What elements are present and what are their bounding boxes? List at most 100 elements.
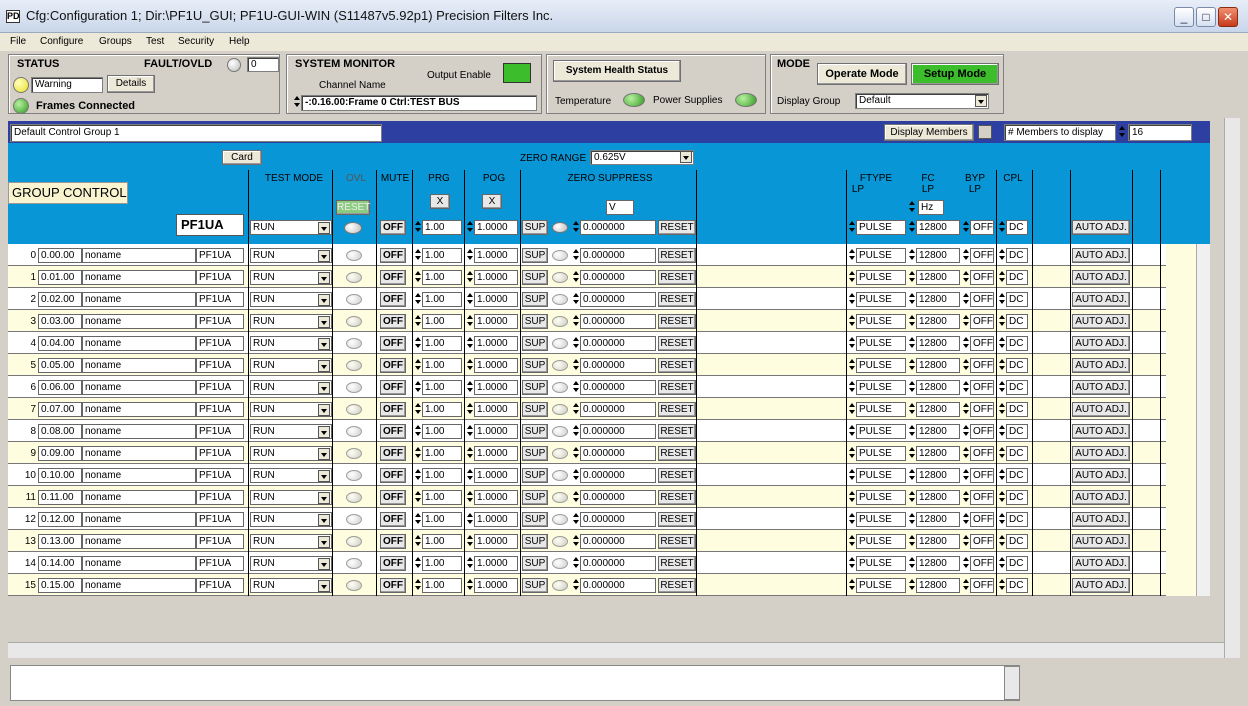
prg-field[interactable]: 1.00 — [422, 336, 462, 351]
test-mode-dropdown-icon[interactable] — [318, 404, 330, 416]
cpl-spinner-icon[interactable] — [998, 358, 1006, 372]
prg-field[interactable]: 1.00 — [422, 556, 462, 571]
byp-spinner-icon[interactable] — [962, 336, 970, 350]
ftype-spinner-icon[interactable] — [848, 556, 856, 570]
prg-field[interactable]: 1.00 — [422, 446, 462, 461]
fc-spinner-icon[interactable] — [908, 270, 916, 284]
channel-name-field[interactable]: noname — [82, 578, 196, 593]
channel-name-field[interactable]: noname — [82, 380, 196, 395]
ftype-spinner-icon[interactable] — [848, 446, 856, 460]
ftype-spinner-icon[interactable] — [848, 402, 856, 416]
members-spinner-icon[interactable] — [1118, 125, 1126, 139]
cpl-spinner-icon[interactable] — [998, 578, 1006, 592]
ftype-field[interactable]: PULSE — [856, 248, 906, 263]
window-horizontal-scrollbar[interactable] — [8, 642, 1224, 658]
zero-spinner-icon[interactable] — [572, 446, 580, 460]
fc-field[interactable]: 12800 — [916, 578, 960, 593]
group-prg-field[interactable]: 1.00 — [422, 220, 462, 235]
byp-spinner-icon[interactable] — [962, 490, 970, 504]
menu-groups[interactable]: Groups — [99, 36, 132, 47]
channel-name-field[interactable]: noname — [82, 402, 196, 417]
group-sup-button[interactable]: SUP — [522, 220, 548, 235]
pog-field[interactable]: 1.0000 — [474, 468, 518, 483]
prg-spinner-icon[interactable] — [414, 468, 422, 482]
zero-spinner-icon[interactable] — [572, 292, 580, 306]
ovl-reset-button[interactable]: RESET — [336, 200, 370, 215]
zero-field[interactable]: 0.000000 — [580, 248, 656, 263]
pog-spinner-icon[interactable] — [466, 578, 474, 592]
ftype-spinner-icon[interactable] — [848, 292, 856, 306]
zero-reset-button[interactable]: RESET — [658, 578, 696, 593]
zero-field[interactable]: 0.000000 — [580, 270, 656, 285]
pog-field[interactable]: 1.0000 — [474, 248, 518, 263]
prg-spinner-icon[interactable] — [414, 556, 422, 570]
ftype-field[interactable]: PULSE — [856, 292, 906, 307]
byp-field[interactable]: OFF — [970, 380, 994, 395]
group-name-field[interactable]: Default Control Group 1 — [10, 124, 382, 142]
cpl-spinner-icon[interactable] — [998, 402, 1006, 416]
channel-name-field[interactable]: noname — [82, 424, 196, 439]
auto-adj-button[interactable]: AUTO ADJ. — [1072, 468, 1130, 483]
ftype-field[interactable]: PULSE — [856, 534, 906, 549]
cpl-field[interactable]: DC — [1006, 358, 1028, 373]
zero-spinner-icon[interactable] — [572, 578, 580, 592]
zero-reset-button[interactable]: RESET — [658, 380, 696, 395]
channel-name-field[interactable]: noname — [82, 534, 196, 549]
test-mode-dropdown-icon[interactable] — [318, 272, 330, 284]
channel-name-field[interactable]: -:0.16.00:Frame 0 Ctrl:TEST BUS — [301, 95, 537, 111]
pog-field[interactable]: 1.0000 — [474, 270, 518, 285]
details-button[interactable]: Details — [107, 75, 155, 93]
fc-spinner-icon[interactable] — [908, 490, 916, 504]
zero-reset-button[interactable]: RESET — [658, 534, 696, 549]
zero-spinner-icon[interactable] — [572, 380, 580, 394]
fc-spinner-icon[interactable] — [908, 380, 916, 394]
group-pog-field[interactable]: 1.0000 — [474, 220, 518, 235]
zero-reset-button[interactable]: RESET — [658, 468, 696, 483]
pog-spinner-icon[interactable] — [466, 270, 474, 284]
sup-button[interactable]: SUP — [522, 468, 548, 483]
test-mode-dropdown-icon[interactable] — [318, 338, 330, 350]
ftype-field[interactable]: PULSE — [856, 358, 906, 373]
pog-x-button[interactable]: X — [482, 194, 502, 209]
cpl-spinner-icon[interactable] — [998, 424, 1006, 438]
ftype-field[interactable]: PULSE — [856, 402, 906, 417]
zero-field[interactable]: 0.000000 — [580, 402, 656, 417]
byp-field[interactable]: OFF — [970, 578, 994, 593]
channel-name-field[interactable]: noname — [82, 336, 196, 351]
prg-spinner-icon[interactable] — [414, 402, 422, 416]
ftype-spinner-icon[interactable] — [848, 512, 856, 526]
cpl-spinner-icon[interactable] — [998, 336, 1006, 350]
byp-field[interactable]: OFF — [970, 424, 994, 439]
prg-spinner-icon[interactable] — [414, 358, 422, 372]
group-zero-reset-button[interactable]: RESET — [658, 220, 696, 235]
zero-range-select[interactable]: 0.625V — [590, 150, 694, 165]
cpl-field[interactable]: DC — [1006, 468, 1028, 483]
group-byp-spinner-icon[interactable] — [962, 220, 970, 234]
zero-field[interactable]: 0.000000 — [580, 314, 656, 329]
byp-spinner-icon[interactable] — [962, 534, 970, 548]
fc-field[interactable]: 12800 — [916, 248, 960, 263]
byp-field[interactable]: OFF — [970, 402, 994, 417]
sup-button[interactable]: SUP — [522, 292, 548, 307]
display-members-button[interactable]: Display Members — [884, 124, 974, 141]
cpl-spinner-icon[interactable] — [998, 512, 1006, 526]
group-zero-field[interactable]: 0.000000 — [580, 220, 656, 235]
byp-field[interactable]: OFF — [970, 556, 994, 571]
zero-reset-button[interactable]: RESET — [658, 336, 696, 351]
channel-name-field[interactable]: noname — [82, 270, 196, 285]
auto-adj-button[interactable]: AUTO ADJ. — [1072, 534, 1130, 549]
sup-button[interactable]: SUP — [522, 556, 548, 571]
operate-mode-button[interactable]: Operate Mode — [817, 63, 907, 85]
zero-reset-button[interactable]: RESET — [658, 270, 696, 285]
mute-button[interactable]: OFF — [380, 578, 406, 593]
fc-field[interactable]: 12800 — [916, 402, 960, 417]
cpl-spinner-icon[interactable] — [998, 446, 1006, 460]
byp-spinner-icon[interactable] — [962, 556, 970, 570]
channel-name-field[interactable]: noname — [82, 512, 196, 527]
byp-field[interactable]: OFF — [970, 512, 994, 527]
test-mode-dropdown-icon[interactable] — [318, 294, 330, 306]
cpl-field[interactable]: DC — [1006, 578, 1028, 593]
byp-field[interactable]: OFF — [970, 490, 994, 505]
ftype-spinner-icon[interactable] — [848, 336, 856, 350]
fc-spinner-icon[interactable] — [908, 468, 916, 482]
